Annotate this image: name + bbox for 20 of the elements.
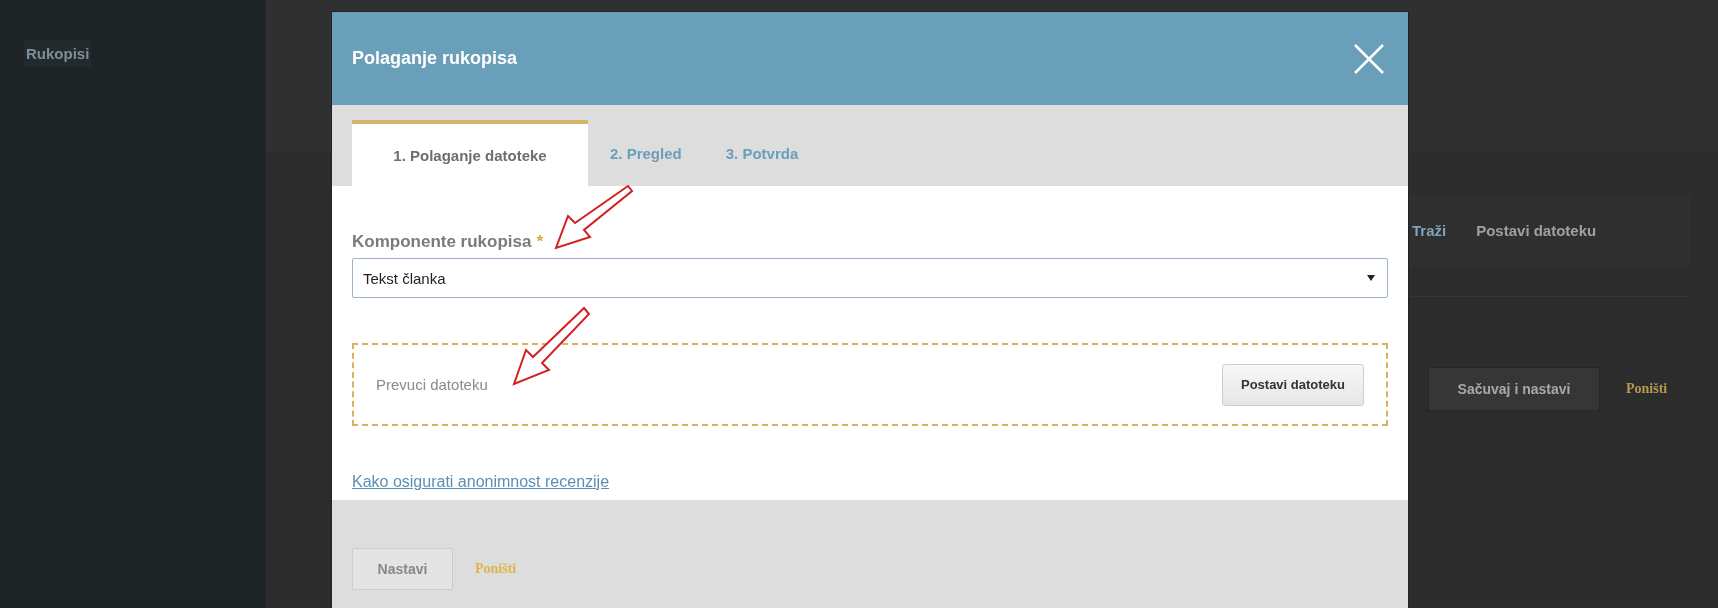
- component-select[interactable]: Tekst članka: [352, 258, 1388, 298]
- modal-title: Polaganje rukopisa: [352, 48, 518, 69]
- sidebar-item[interactable]: Rukopisi: [24, 40, 92, 67]
- close-button[interactable]: [1352, 41, 1386, 76]
- continue-button[interactable]: Nastavi: [352, 548, 453, 590]
- save-button[interactable]: Sačuvaj i nastavi: [1428, 367, 1600, 411]
- help-link[interactable]: Kako osigurati anonimnost recenzije: [352, 473, 610, 491]
- search-link[interactable]: Traži: [1412, 221, 1447, 239]
- cancel-link[interactable]: Poništi: [1626, 381, 1668, 397]
- arrow-icon: [512, 304, 592, 386]
- required-mark: *: [536, 232, 544, 252]
- drop-zone-text: Prevuci datoteku: [376, 376, 488, 393]
- upload-link[interactable]: Postavi datoteku: [1476, 221, 1597, 239]
- field-label: Komponente rukopisa: [352, 232, 532, 252]
- drop-zone[interactable]: Prevuci datoteku Postavi datoteku: [352, 343, 1388, 426]
- arrow-icon: [554, 182, 634, 250]
- close-icon: [1352, 41, 1386, 76]
- caret-icon: [1367, 275, 1375, 281]
- tab[interactable]: 1. Polaganje datoteke: [352, 120, 588, 186]
- upload-button[interactable]: Postavi datoteku: [1221, 363, 1364, 406]
